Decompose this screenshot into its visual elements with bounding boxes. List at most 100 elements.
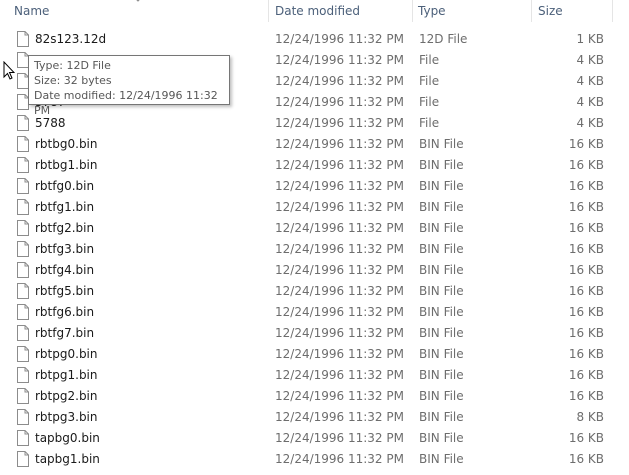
tooltip-date-modified: Date modified: 12/24/1996 11:32 PM: [34, 89, 218, 117]
file-size: 4 KB: [576, 74, 604, 88]
file-type: BIN File: [419, 389, 464, 403]
file-name: rbtpg3.bin: [35, 410, 98, 424]
file-icon: [17, 157, 29, 173]
file-row[interactable]: rbtpg1.bin 12/24/1996 11:32 PM BIN File 16 …: [0, 365, 629, 386]
file-icon: [17, 241, 29, 257]
file-name: rbtfg6.bin: [35, 305, 95, 319]
file-icon: [17, 430, 29, 446]
file-date-modified: 12/24/1996 11:32 PM: [275, 200, 404, 214]
file-name: rbtpg0.bin: [35, 347, 98, 361]
file-date-modified: 12/24/1996 11:32 PM: [275, 389, 404, 403]
file-date-modified: 12/24/1996 11:32 PM: [275, 242, 404, 256]
file-row[interactable]: rbtfg0.bin 12/24/1996 11:32 PM BIN File 16 …: [0, 176, 629, 197]
column-header-name[interactable]: Name: [8, 0, 268, 22]
file-size: 16 KB: [568, 284, 604, 298]
file-icon: [17, 451, 29, 467]
file-size: 16 KB: [568, 305, 604, 319]
file-row[interactable]: rbtfg4.bin 12/24/1996 11:32 PM BIN File 16 …: [0, 260, 629, 281]
file-row[interactable]: rbtfg2.bin 12/24/1996 11:32 PM BIN File 16 …: [0, 218, 629, 239]
file-type: BIN File: [419, 305, 464, 319]
file-date-modified: 12/24/1996 11:32 PM: [275, 326, 404, 340]
file-date-modified: 12/24/1996 11:32 PM: [275, 53, 404, 67]
file-row[interactable]: rbtpg3.bin 12/24/1996 11:32 PM BIN File 8 K…: [0, 407, 629, 428]
file-name: rbtfg0.bin: [35, 179, 95, 193]
file-row[interactable]: rbtfg1.bin 12/24/1996 11:32 PM BIN File 16 …: [0, 197, 629, 218]
file-icon: [17, 283, 29, 299]
file-size: 16 KB: [568, 158, 604, 172]
file-size: 4 KB: [576, 95, 604, 109]
file-size: 16 KB: [568, 263, 604, 277]
file-icon: [17, 388, 29, 404]
file-name: rbtbg0.bin: [35, 137, 98, 151]
file-name: tapbg0.bin: [35, 431, 100, 445]
file-date-modified: 12/24/1996 11:32 PM: [275, 263, 404, 277]
file-icon: [17, 31, 29, 47]
file-icon: [17, 325, 29, 341]
file-row[interactable]: rbtfg7.bin 12/24/1996 11:32 PM BIN File 16 …: [0, 323, 629, 344]
file-row[interactable]: tapbg0.bin 12/24/1996 11:32 PM BIN File 16 …: [0, 428, 629, 449]
file-name: tapbg1.bin: [35, 452, 100, 466]
mouse-cursor-icon: [3, 61, 15, 80]
file-icon: [17, 409, 29, 425]
file-size: 16 KB: [568, 200, 604, 214]
file-size: 16 KB: [568, 326, 604, 340]
file-date-modified: 12/24/1996 11:32 PM: [275, 305, 404, 319]
file-date-modified: 12/24/1996 11:32 PM: [275, 74, 404, 88]
file-row[interactable]: rbtfg6.bin 12/24/1996 11:32 PM BIN File 16 …: [0, 302, 629, 323]
file-name: rbtfg2.bin: [35, 221, 95, 235]
file-icon: [17, 304, 29, 320]
file-row[interactable]: rbtpg0.bin 12/24/1996 11:32 PM BIN File 16 …: [0, 344, 629, 365]
file-type: BIN File: [419, 368, 464, 382]
column-header-date-modified[interactable]: Date modified: [269, 0, 412, 22]
file-date-modified: 12/24/1996 11:32 PM: [275, 410, 404, 424]
column-header-size[interactable]: Size: [532, 0, 612, 22]
file-date-modified: 12/24/1996 11:32 PM: [275, 32, 404, 46]
file-date-modified: 12/24/1996 11:32 PM: [275, 116, 404, 130]
file-type: BIN File: [419, 221, 464, 235]
file-icon: [17, 367, 29, 383]
file-name: rbtfg3.bin: [35, 242, 95, 256]
file-type: File: [419, 116, 440, 130]
file-name: rbtpg2.bin: [35, 389, 98, 403]
file-row[interactable]: rbtbg0.bin 12/24/1996 11:32 PM BIN File 16 …: [0, 134, 629, 155]
file-type: 12D File: [419, 32, 468, 46]
file-date-modified: 12/24/1996 11:32 PM: [275, 221, 404, 235]
file-icon: [17, 115, 29, 131]
tooltip-size: Size: 32 bytes: [34, 74, 112, 87]
file-row[interactable]: rbtfg3.bin 12/24/1996 11:32 PM BIN File 16 …: [0, 239, 629, 260]
file-size: 16 KB: [568, 221, 604, 235]
file-size: 16 KB: [568, 452, 604, 466]
file-name: rbtfg7.bin: [35, 326, 95, 340]
file-date-modified: 12/24/1996 11:32 PM: [275, 158, 404, 172]
file-size: 8 KB: [576, 410, 604, 424]
file-size: 16 KB: [568, 389, 604, 403]
file-type: BIN File: [419, 200, 464, 214]
column-divider[interactable]: [612, 0, 613, 22]
file-size: 16 KB: [568, 347, 604, 361]
file-type: File: [419, 74, 440, 88]
file-size: 16 KB: [568, 137, 604, 151]
file-date-modified: 12/24/1996 11:32 PM: [275, 368, 404, 382]
file-icon: [17, 199, 29, 215]
file-size: 4 KB: [576, 53, 604, 67]
file-row[interactable]: tapbg1.bin 12/24/1996 11:32 PM BIN File 16 …: [0, 449, 629, 470]
file-row[interactable]: rbtpg2.bin 12/24/1996 11:32 PM BIN File 16 …: [0, 386, 629, 407]
file-row[interactable]: rbtbg1.bin 12/24/1996 11:32 PM BIN File 16 …: [0, 155, 629, 176]
file-icon: [17, 136, 29, 152]
file-size: 16 KB: [568, 242, 604, 256]
file-row[interactable]: rbtfg5.bin 12/24/1996 11:32 PM BIN File 16 …: [0, 281, 629, 302]
file-type: BIN File: [419, 452, 464, 466]
column-header-bar: Name Date modified Type Size: [0, 0, 629, 22]
file-type: BIN File: [419, 242, 464, 256]
file-name: rbtfg5.bin: [35, 284, 95, 298]
file-type: BIN File: [419, 410, 464, 424]
file-row[interactable]: 82s123.12d 12/24/1996 11:32 PM 12D File 1 K…: [0, 29, 629, 50]
file-type: BIN File: [419, 284, 464, 298]
file-size: 1 KB: [576, 32, 604, 46]
file-date-modified: 12/24/1996 11:32 PM: [275, 137, 404, 151]
file-date-modified: 12/24/1996 11:32 PM: [275, 431, 404, 445]
file-date-modified: 12/24/1996 11:32 PM: [275, 347, 404, 361]
column-header-type[interactable]: Type: [412, 0, 531, 22]
file-size: 16 KB: [568, 179, 604, 193]
file-size: 4 KB: [576, 116, 604, 130]
